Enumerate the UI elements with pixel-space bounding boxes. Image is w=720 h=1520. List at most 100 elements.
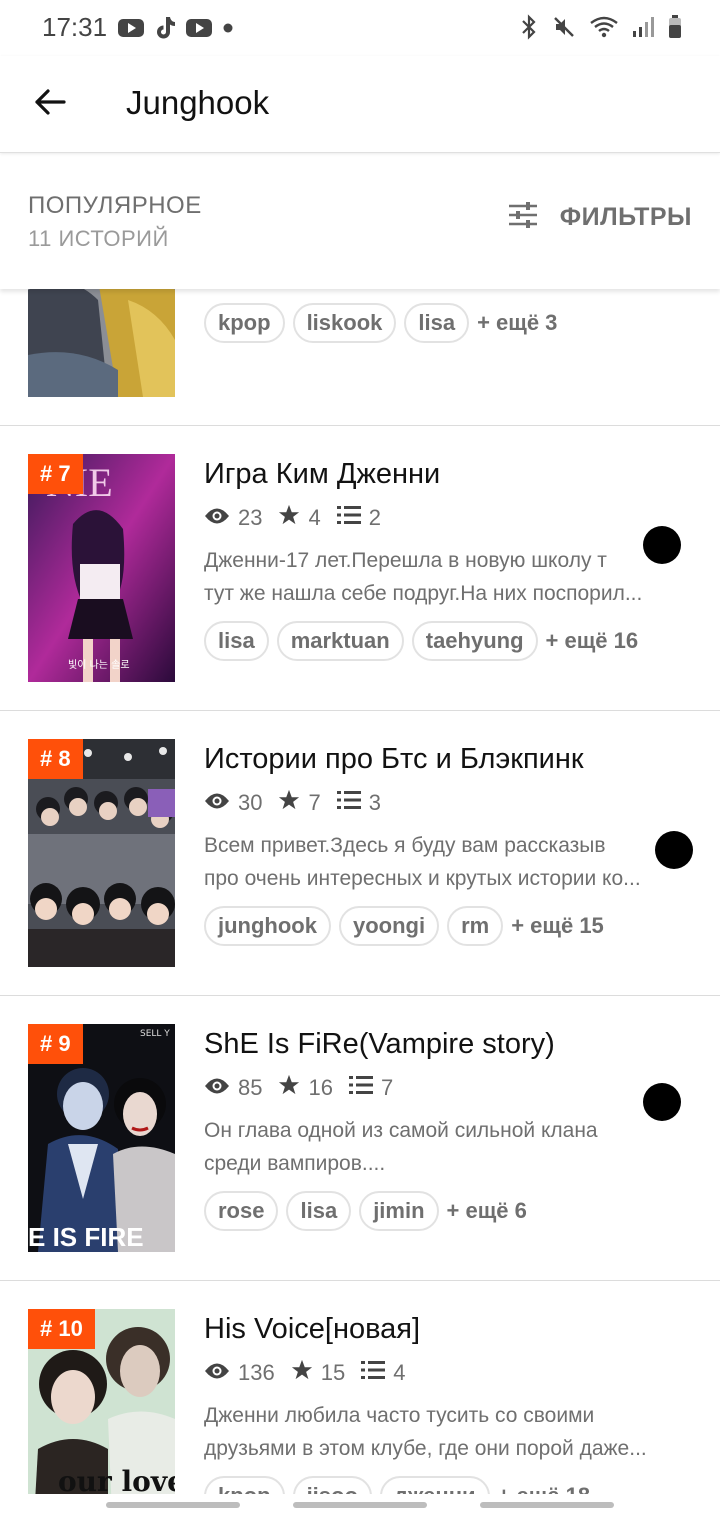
story-item[interactable]: # 8 Истории про Бтс и Блэкпинк 30 7 3 Вс… xyxy=(0,711,720,996)
parts-list-icon xyxy=(361,1360,393,1386)
story-title[interactable]: ShE Is FiRe(Vampire story) xyxy=(204,1028,555,1061)
tag-list: lisa marktuan taehyung + ещё 16 xyxy=(204,621,638,661)
cover-title-text: our love xyxy=(58,1465,175,1494)
story-title[interactable]: Истории про Бтс и Блэкпинк xyxy=(204,743,584,776)
description-line: Он глава одной из самой сильной клана xyxy=(204,1119,598,1142)
list-header: ПОПУЛЯРНОЕ 11 ИСТОРИЙ ФИЛЬТРЫ xyxy=(0,154,720,289)
story-item[interactable]: SELL Y E IS FIRE # 9 ShE Is FiRe(Vampire… xyxy=(0,996,720,1281)
description-line: Дженни-17 лет.Перешла в новую школу т xyxy=(204,549,607,572)
parts-list-icon xyxy=(336,505,369,531)
story-stats: 136 15 4 xyxy=(204,1359,421,1387)
back-button[interactable] xyxy=(28,82,72,126)
touch-indicator-dot xyxy=(643,526,681,564)
more-tags-link[interactable]: + ещё 16 xyxy=(546,628,639,654)
tag-chip[interactable]: lisa xyxy=(204,621,269,661)
tag-chip[interactable]: lisa xyxy=(404,303,470,343)
nav-recents-button[interactable] xyxy=(106,1502,240,1508)
tag-chip[interactable]: marktuan xyxy=(276,621,404,661)
rank-badge: # 10 xyxy=(28,1309,95,1349)
arrow-back-icon xyxy=(34,88,66,121)
parts-count: 7 xyxy=(380,1075,394,1100)
tag-chip[interactable]: lisa xyxy=(286,1191,352,1231)
story-stats: 23 4 2 xyxy=(204,504,397,532)
youtube-icon xyxy=(186,18,212,38)
status-bar: 17:31 xyxy=(0,0,720,56)
story-stats: 85 16 7 xyxy=(204,1074,409,1102)
views-count: 136 xyxy=(238,1360,275,1385)
tag-list: kpop jisoo дженни + ещё 18 xyxy=(204,1476,590,1494)
tag-chip[interactable]: yoongi xyxy=(338,906,440,946)
touch-indicator-dot xyxy=(643,1083,681,1121)
tag-chip[interactable]: jisoo xyxy=(292,1476,372,1494)
views-count: 85 xyxy=(238,1075,263,1100)
votes-count: 15 xyxy=(320,1360,346,1385)
story-description: Всем привет.Здесь я буду вам рассказыв п… xyxy=(204,829,690,895)
description-line: тут же нашла себе подруг.На них поспорил… xyxy=(204,582,643,605)
tag-chip[interactable]: jimin xyxy=(359,1191,439,1231)
tag-chip[interactable]: liskook xyxy=(292,303,397,343)
story-cover: # 8 xyxy=(28,739,175,967)
wifi-icon xyxy=(590,16,618,38)
views-count: 30 xyxy=(238,790,263,815)
signal-icon xyxy=(632,16,654,38)
story-list: kpop liskook lisa + ещё 3 NIE xyxy=(0,289,720,1494)
sort-label[interactable]: ПОПУЛЯРНОЕ xyxy=(28,192,202,220)
tag-chip[interactable]: rm xyxy=(447,906,504,946)
story-title[interactable]: Игра Ким Дженни xyxy=(204,458,440,491)
tag-chip[interactable]: дженни xyxy=(379,1476,490,1494)
story-item[interactable]: NIE 빛이 나는 솔로 # 7 Игра Ким Дженни 23 4 xyxy=(0,426,720,711)
parts-list-icon xyxy=(336,790,369,816)
cover-caption: SELL Y xyxy=(140,1029,170,1039)
description-line: друзьями в этом клубе, где они порой даж… xyxy=(204,1437,647,1460)
more-tags-link[interactable]: + ещё 6 xyxy=(447,1198,527,1224)
mute-icon xyxy=(552,15,576,39)
nav-home-button[interactable] xyxy=(293,1502,427,1508)
app-bar: Junghook xyxy=(0,56,720,153)
story-cover: NIE 빛이 나는 솔로 # 7 xyxy=(28,454,175,682)
system-nav-bar xyxy=(0,1494,720,1520)
story-title[interactable]: His Voice[новая] xyxy=(204,1313,420,1346)
description-line: Всем привет.Здесь я буду вам рассказыв xyxy=(204,834,606,857)
rank-badge: # 7 xyxy=(28,454,83,494)
rank-badge: # 9 xyxy=(28,1024,83,1064)
story-description: Дженни-17 лет.Перешла в новую школу т ту… xyxy=(204,544,690,610)
status-time: 17:31 xyxy=(42,12,108,42)
tag-chip[interactable]: taehyung xyxy=(411,621,538,661)
votes-count: 16 xyxy=(308,1075,333,1100)
filters-button[interactable]: ФИЛЬТРЫ xyxy=(508,202,692,233)
story-item[interactable]: kpop liskook lisa + ещё 3 xyxy=(0,289,720,426)
story-item[interactable]: our love # 10 His Voice[новая] 136 15 4 … xyxy=(0,1281,720,1494)
more-tags-link[interactable]: + ещё 18 xyxy=(498,1483,591,1494)
notification-dot-icon xyxy=(222,22,234,34)
eye-icon xyxy=(204,1075,238,1101)
story-count: 11 ИСТОРИЙ xyxy=(28,226,169,251)
star-icon xyxy=(278,789,308,817)
parts-count: 4 xyxy=(393,1360,406,1385)
tiktok-icon xyxy=(154,16,176,40)
description-line: про очень интересных и крутых истории ко… xyxy=(204,867,641,890)
tag-list: junghook yoongi rm + ещё 15 xyxy=(204,906,604,946)
eye-icon xyxy=(204,790,238,816)
story-cover: our love # 10 xyxy=(28,1309,175,1494)
story-cover xyxy=(28,289,175,397)
battery-icon xyxy=(668,15,682,39)
views-count: 23 xyxy=(238,505,263,530)
eye-icon xyxy=(204,1360,238,1386)
filters-label: ФИЛЬТРЫ xyxy=(559,203,692,231)
tag-chip[interactable]: kpop xyxy=(204,303,285,343)
tag-chip[interactable]: rose xyxy=(204,1191,279,1231)
parts-count: 3 xyxy=(368,790,381,815)
nav-back-button[interactable] xyxy=(480,1502,614,1508)
parts-list-icon xyxy=(348,1075,381,1101)
tag-chip[interactable]: junghook xyxy=(204,906,331,946)
more-tags-link[interactable]: + ещё 3 xyxy=(477,310,557,336)
tag-chip[interactable]: kpop xyxy=(204,1476,285,1494)
parts-count: 2 xyxy=(368,505,381,530)
story-cover: SELL Y E IS FIRE # 9 xyxy=(28,1024,175,1252)
star-icon xyxy=(278,1074,308,1102)
youtube-icon xyxy=(118,18,144,38)
description-line: Дженни любила часто тусить со своими xyxy=(204,1404,595,1427)
cover-title-text: E IS FIRE xyxy=(28,1222,144,1252)
votes-count: 7 xyxy=(308,790,321,815)
more-tags-link[interactable]: + ещё 15 xyxy=(511,913,604,939)
